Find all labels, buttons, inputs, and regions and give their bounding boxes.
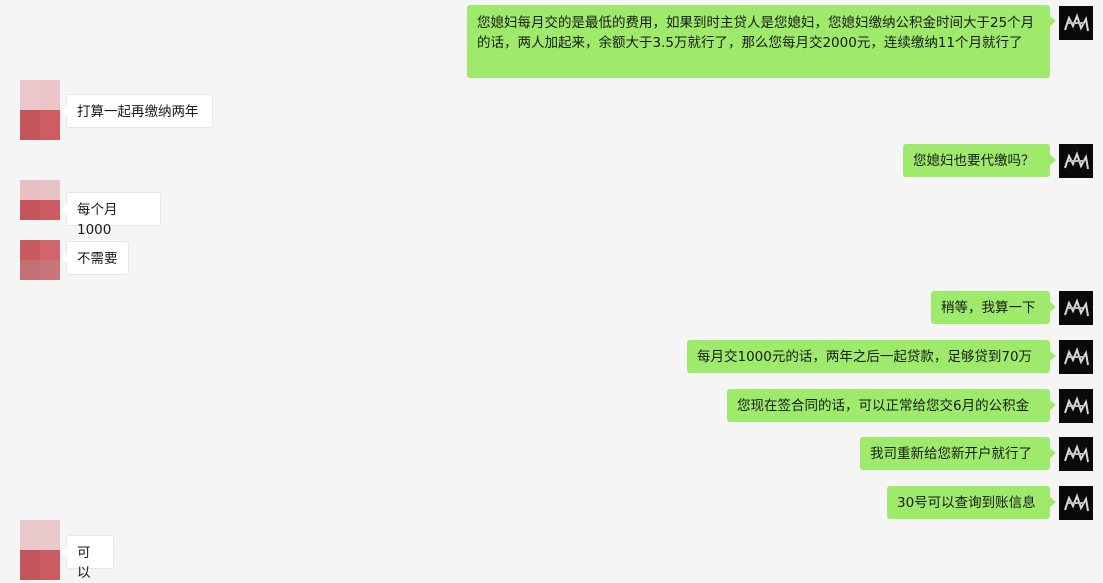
message-bubble-outgoing[interactable]: 您媳妇也要代缴吗？ [903, 144, 1056, 177]
self-avatar-icon[interactable] [1059, 144, 1093, 178]
self-avatar-icon[interactable] [1059, 486, 1093, 520]
self-avatar-icon[interactable] [1059, 389, 1093, 423]
message-bubble-incoming[interactable]: 不需要 [61, 241, 129, 275]
message-bubble-outgoing[interactable]: 您现在签合同的话，可以正常给您交6月的公积金 [727, 389, 1056, 422]
message-bubble-incoming[interactable]: 可以 [61, 535, 114, 581]
self-avatar-icon[interactable] [1059, 291, 1093, 325]
contact-avatar-icon[interactable] [20, 180, 60, 220]
contact-avatar-icon[interactable] [20, 240, 60, 280]
contact-avatar-icon[interactable] [20, 520, 60, 580]
self-avatar-icon[interactable] [1059, 6, 1093, 40]
self-avatar-icon[interactable] [1059, 340, 1093, 374]
message-bubble-outgoing[interactable]: 您媳妇每月交的是最低的费用，如果到时主贷人是您媳妇，您媳妇缴纳公积金时间大于25… [467, 5, 1056, 78]
self-avatar-icon[interactable] [1059, 437, 1093, 471]
message-bubble-incoming[interactable]: 打算一起再缴纳两年 [61, 94, 213, 128]
message-bubble-outgoing[interactable]: 我司重新给您新开户就行了 [860, 437, 1056, 470]
message-bubble-outgoing[interactable]: 稍等，我算一下 [931, 291, 1056, 324]
message-bubble-incoming[interactable]: 每个月1000 [61, 192, 161, 238]
message-bubble-outgoing[interactable]: 30号可以查询到账信息 [887, 486, 1056, 519]
message-bubble-outgoing[interactable]: 每月交1000元的话，两年之后一起贷款，足够贷到70万 [687, 340, 1056, 373]
contact-avatar-icon[interactable] [20, 80, 60, 140]
